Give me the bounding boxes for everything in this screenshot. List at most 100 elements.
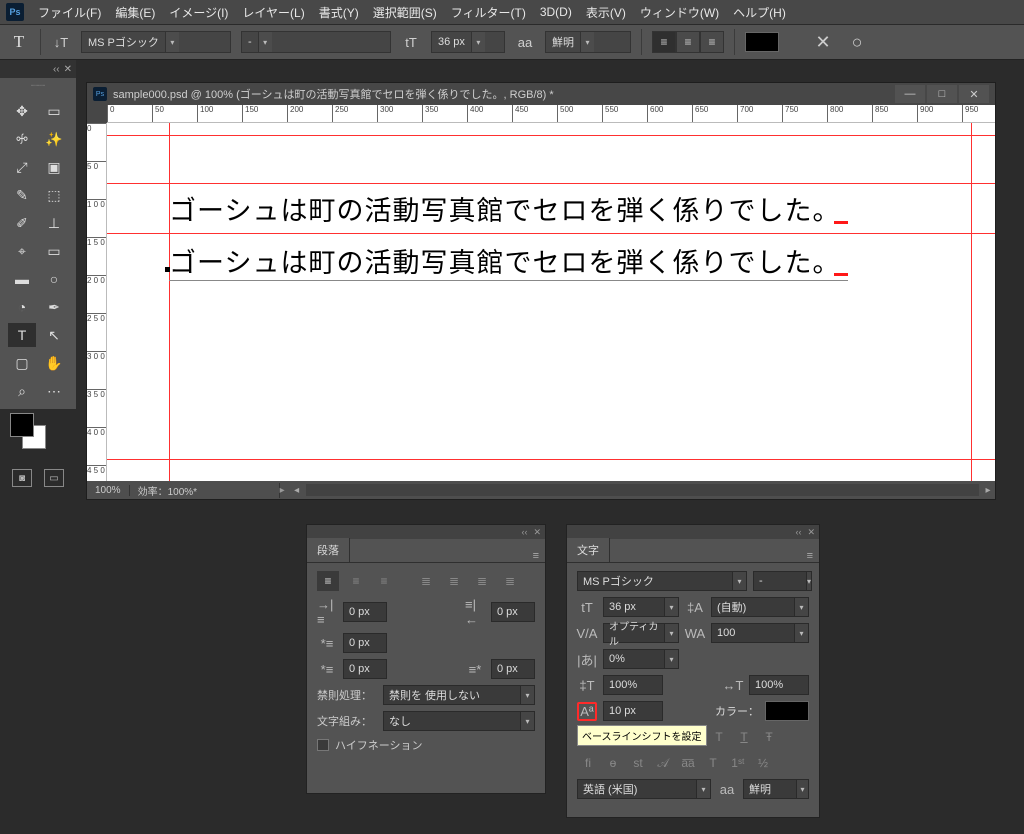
active-tool-icon[interactable]: T [8,31,30,53]
color-swatches[interactable] [0,409,76,465]
chevron-down-icon[interactable]: ▾ [795,597,809,617]
align-right-button[interactable]: ≡ [700,31,724,53]
brush-tool[interactable]: ✐ [8,211,36,235]
eyedropper-tool[interactable]: ✎ [8,183,36,207]
char-leading-combo[interactable]: (自動)▾ [711,597,809,617]
guide-vertical[interactable] [169,123,170,481]
menu-type[interactable]: 書式(Y) [319,4,359,21]
align-left-icon[interactable]: ≡ [317,571,339,591]
kinsoku-combo[interactable]: 禁則を 使用しない ▾ [383,685,535,705]
strike-icon[interactable]: T [708,727,730,747]
rectangle-tool[interactable]: ▢ [8,351,36,375]
chevron-down-icon[interactable]: ▾ [665,649,679,669]
close-button[interactable]: ✕ [959,85,989,103]
chevron-down-icon[interactable]: ▾ [521,685,535,705]
space-before-field[interactable]: 0 px [343,659,387,679]
gradient-tool[interactable]: ▬ [8,267,36,291]
text-layer-2-editing[interactable]: ゴーシュは町の活動写真館でセロを弾く係りでした。 [169,241,848,281]
pen-tool[interactable]: ✒ [40,295,68,319]
strikethrough-icon[interactable]: Ŧ [758,727,780,747]
maximize-button[interactable]: □ [927,85,957,103]
commit-button[interactable]: ○ [845,30,869,54]
align-center-button[interactable]: ≡ [676,31,700,53]
align-right-icon[interactable]: ≡ [373,571,395,591]
justify-right-icon[interactable]: ≣ [471,571,493,591]
justify-center-icon[interactable]: ≣ [443,571,465,591]
justify-all-icon[interactable]: ≣ [499,571,521,591]
guide-horizontal[interactable] [107,135,995,136]
dodge-tool[interactable]: ◔ [8,295,36,319]
guide-horizontal[interactable] [107,183,995,184]
document-titlebar[interactable]: Ps sample000.psd @ 100% (ゴーシュは町の活動写真館でセロ… [87,83,995,105]
font-family-combo[interactable]: MS Pゴシック ▾ [81,31,231,53]
char-baseline-field[interactable]: 10 px [603,701,663,721]
chevron-down-icon[interactable]: ▾ [521,711,535,731]
menu-image[interactable]: イメージ(I) [169,4,228,21]
titling-icon[interactable]: a͞a [677,753,699,773]
close-icon[interactable]: ✕ [64,64,72,75]
zoom-level[interactable]: 100% [87,485,130,496]
foreground-color[interactable] [10,413,34,437]
scroll-left-icon[interactable]: ◂ [290,485,304,496]
text-color-swatch[interactable] [745,32,779,52]
indent-first-field[interactable]: 0 px [343,633,387,653]
artboard-tool[interactable]: ▭ [40,99,68,123]
char-vscale-field[interactable]: 100% [603,675,663,695]
oldstyle-icon[interactable]: ɵ [602,753,624,773]
text-layer-1[interactable]: ゴーシュは町の活動写真館でセロを弾く係りでした。 [169,189,848,228]
chevron-down-icon[interactable]: ▾ [258,32,272,52]
collapse-icon[interactable]: ‹‹ [53,64,60,75]
cancel-button[interactable]: ✕ [811,30,835,54]
efficiency[interactable]: 効率：100%* [130,483,280,498]
close-icon[interactable]: ✕ [807,527,815,538]
type-tool[interactable]: T [8,323,36,347]
char-kerning-combo[interactable]: オプティカル▾ [603,623,679,643]
guide-vertical[interactable] [971,123,972,481]
palette-grip[interactable]: ┈┈┈ [0,78,76,93]
align-left-button[interactable]: ≡ [652,31,676,53]
history-brush-tool[interactable]: ⌖ [8,239,36,263]
screenmode-button[interactable]: ▭ [44,469,64,487]
chevron-down-icon[interactable]: ▾ [697,779,711,799]
quickmask-button[interactable]: ◙ [12,469,32,487]
tab-character[interactable]: 文字 [567,538,610,562]
panel-header[interactable]: ‹‹ ✕ [567,525,819,539]
chevron-down-icon[interactable]: ▾ [665,597,679,617]
chevron-down-icon[interactable]: ▾ [797,779,809,799]
magic-wand-tool[interactable]: ✨ [40,127,68,151]
lasso-tool[interactable]: ꖢ [8,127,36,151]
half-icon[interactable]: ½ [752,753,774,773]
path-select-tool[interactable]: ↖ [40,323,68,347]
panel-menu-icon[interactable]: ≡ [801,550,819,562]
indent-right-field[interactable]: 0 px [491,602,535,622]
menu-3d[interactable]: 3D(D) [540,5,572,19]
menu-view[interactable]: 表示(V) [586,4,626,21]
char-color-swatch[interactable] [765,701,809,721]
guide-horizontal[interactable] [107,459,995,460]
chevron-down-icon[interactable]: ▾ [471,32,485,52]
menu-file[interactable]: ファイル(F) [38,4,101,21]
char-font-combo[interactable]: MS Pゴシック▾ [577,571,747,591]
char-size-combo[interactable]: 36 px▾ [603,597,679,617]
mojikumi-combo[interactable]: なし ▾ [383,711,535,731]
menu-help[interactable]: ヘルプ(H) [733,4,786,21]
stylistic-icon[interactable]: st [627,753,649,773]
hyphenation-checkbox[interactable]: ハイフネーション [317,737,535,753]
menu-layer[interactable]: レイヤー(L) [242,4,304,21]
blur-tool[interactable]: ○ [40,267,68,291]
baseline-shift-icon[interactable]: Aª [577,702,597,721]
space-after-field[interactable]: 0 px [491,659,535,679]
close-icon[interactable]: ✕ [533,527,541,538]
char-aa-combo[interactable]: 鮮明▾ [743,779,809,799]
collapse-icon[interactable]: ‹‹ [795,527,801,537]
chevron-down-icon[interactable]: ▾ [807,571,812,591]
panel-menu-icon[interactable]: ≡ [527,550,545,562]
scroll-right-icon[interactable]: ▸ [981,485,995,496]
fractions-icon[interactable]: 1ˢᵗ [727,753,749,773]
char-tracking-combo[interactable]: 100▾ [711,623,809,643]
chevron-down-icon[interactable]: ▾ [165,32,179,52]
panel-header[interactable]: ‹‹✕ [307,525,545,539]
font-style-combo[interactable]: - ▾ [241,31,391,53]
chevron-right-icon[interactable]: ▸ [280,485,290,496]
chevron-down-icon[interactable]: ▾ [795,623,809,643]
